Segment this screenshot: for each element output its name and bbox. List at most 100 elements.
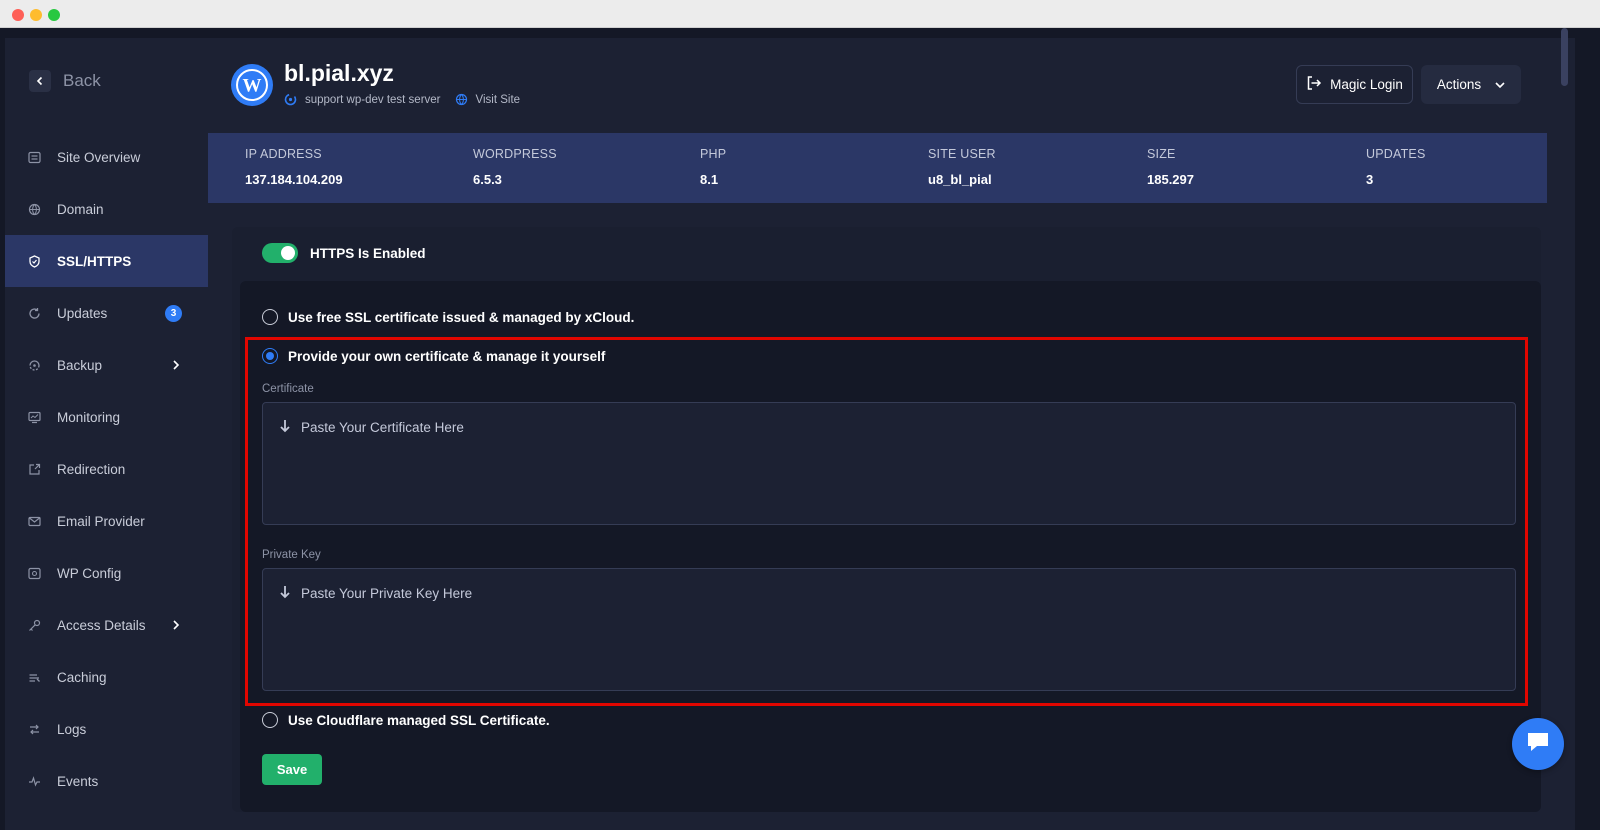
chat-support-button[interactable]: [1512, 718, 1564, 770]
arrow-down-icon: [279, 419, 291, 436]
chevron-left-icon: [29, 70, 51, 92]
cloudflare-ssl-radio[interactable]: [262, 712, 278, 728]
toggle-knob: [281, 246, 295, 260]
ssl-panel: HTTPS Is Enabled Use free SSL certificat…: [232, 227, 1541, 812]
stat-label: UPDATES: [1366, 147, 1426, 161]
option-free-ssl-label: Use free SSL certificate issued & manage…: [288, 309, 635, 325]
sidebar-item-domain[interactable]: Domain: [5, 183, 208, 235]
magic-login-label: Magic Login: [1330, 77, 1403, 92]
sidebar-item-label: Updates: [57, 305, 108, 321]
mail-icon: [27, 514, 41, 528]
refresh-icon: [27, 306, 41, 320]
option-free-ssl[interactable]: Use free SSL certificate issued & manage…: [262, 309, 634, 325]
sidebar-item-site-overview[interactable]: Site Overview: [5, 131, 208, 183]
sidebar-item-label: Domain: [57, 201, 104, 217]
sidebar: Back Site Overview Domain SSL/HTTPS Upda…: [5, 38, 208, 830]
own-certificate-radio[interactable]: [262, 348, 278, 364]
sidebar-item-label: WP Config: [57, 565, 122, 581]
option-own-certificate[interactable]: Provide your own certificate & manage it…: [262, 348, 605, 364]
globe-icon: [455, 93, 468, 106]
sidebar-item-caching[interactable]: Caching: [5, 651, 208, 703]
updates-count-badge: 3: [165, 304, 182, 322]
private-key-textarea[interactable]: Paste Your Private Key Here: [262, 568, 1516, 691]
sidebar-item-label: Access Details: [57, 617, 146, 633]
sidebar-item-redirection[interactable]: Redirection: [5, 443, 208, 495]
sidebar-item-label: Email Provider: [57, 513, 145, 529]
stat-site-user: SITE USER u8_bl_pial: [928, 147, 996, 187]
sidebar-item-wp-config[interactable]: WP Config: [5, 547, 208, 599]
main-content: W bl.pial.xyz support wp-dev test server…: [208, 38, 1575, 830]
sidebar-item-label: Logs: [57, 721, 87, 737]
window-minimize-button[interactable]: [30, 9, 42, 21]
sidebar-item-label: Backup: [57, 357, 103, 373]
private-key-placeholder-text: Paste Your Private Key Here: [301, 586, 473, 601]
server-name[interactable]: support wp-dev test server: [305, 94, 441, 106]
stat-ip-address: IP ADDRESS 137.184.104.209: [245, 147, 343, 187]
config-icon: [27, 566, 41, 580]
stat-value: u8_bl_pial: [928, 172, 992, 187]
sidebar-item-ssl-https[interactable]: SSL/HTTPS: [5, 235, 208, 287]
stat-php: PHP 8.1: [700, 147, 726, 187]
sidebar-nav: Site Overview Domain SSL/HTTPS Updates 3…: [5, 131, 208, 807]
certificate-label: Certificate: [262, 383, 314, 395]
scrollbar-thumb[interactable]: [1561, 28, 1568, 86]
window-maximize-button[interactable]: [48, 9, 60, 21]
magic-login-button[interactable]: Magic Login: [1296, 65, 1413, 104]
scrollbar-track[interactable]: [1585, 56, 1600, 830]
window-titlebar: [0, 0, 1600, 28]
back-button[interactable]: Back: [29, 70, 101, 92]
chevron-right-icon: [172, 357, 180, 373]
https-toggle[interactable]: [262, 243, 298, 263]
sidebar-item-label: Site Overview: [57, 149, 141, 165]
https-toggle-row: HTTPS Is Enabled: [262, 243, 426, 263]
stat-label: PHP: [700, 147, 727, 161]
option-cloudflare-ssl-label: Use Cloudflare managed SSL Certificate.: [288, 712, 550, 728]
key-icon: [27, 618, 41, 632]
stat-value: 3: [1366, 172, 1374, 187]
https-toggle-label: HTTPS Is Enabled: [310, 245, 426, 261]
site-stats-bar: IP ADDRESS 137.184.104.209 WORDPRESS 6.5…: [208, 133, 1547, 203]
window-close-button[interactable]: [12, 9, 24, 21]
stat-value: 6.5.3: [473, 172, 502, 187]
stat-size: SIZE 185.297: [1147, 147, 1194, 187]
app: Back Site Overview Domain SSL/HTTPS Upda…: [0, 28, 1600, 830]
chevron-right-icon: [172, 617, 180, 633]
sidebar-item-access-details[interactable]: Access Details: [5, 599, 208, 651]
sidebar-item-logs[interactable]: Logs: [5, 703, 208, 755]
visit-site-link[interactable]: Visit Site: [476, 94, 521, 106]
page-title: bl.pial.xyz: [284, 60, 394, 86]
logs-icon: [27, 722, 41, 736]
sidebar-item-events[interactable]: Events: [5, 755, 208, 807]
monitor-icon: [27, 410, 41, 424]
stat-value: 185.297: [1147, 172, 1194, 187]
private-key-label: Private Key: [262, 549, 321, 561]
svg-text:W: W: [243, 76, 262, 97]
stat-value: 8.1: [700, 172, 719, 187]
sidebar-item-monitoring[interactable]: Monitoring: [5, 391, 208, 443]
login-icon: [1306, 75, 1322, 94]
sidebar-item-label: Events: [57, 773, 99, 789]
free-ssl-radio[interactable]: [262, 309, 278, 325]
chevron-down-icon: [1495, 77, 1505, 92]
stat-label: SIZE: [1147, 147, 1176, 161]
sidebar-item-label: Caching: [57, 669, 107, 685]
domain-icon: [27, 202, 41, 216]
ssl-options: Use free SSL certificate issued & manage…: [240, 281, 1541, 812]
sidebar-item-email-provider[interactable]: Email Provider: [5, 495, 208, 547]
save-button[interactable]: Save: [262, 754, 322, 785]
certificate-placeholder: Paste Your Certificate Here: [279, 419, 464, 436]
pulse-icon: [27, 774, 41, 788]
sidebar-item-backup[interactable]: Backup: [5, 339, 208, 391]
server-icon: [284, 93, 297, 106]
shield-icon: [27, 254, 41, 268]
sidebar-item-label: Redirection: [57, 461, 126, 477]
option-cloudflare-ssl[interactable]: Use Cloudflare managed SSL Certificate.: [262, 712, 550, 728]
overview-icon: [27, 150, 41, 164]
stat-updates: UPDATES 3: [1366, 147, 1426, 187]
actions-dropdown[interactable]: Actions: [1421, 65, 1521, 104]
sidebar-item-updates[interactable]: Updates 3: [5, 287, 208, 339]
stat-label: IP ADDRESS: [245, 147, 322, 161]
back-label: Back: [63, 71, 101, 90]
certificate-textarea[interactable]: Paste Your Certificate Here: [262, 402, 1516, 525]
actions-label: Actions: [1436, 77, 1482, 92]
